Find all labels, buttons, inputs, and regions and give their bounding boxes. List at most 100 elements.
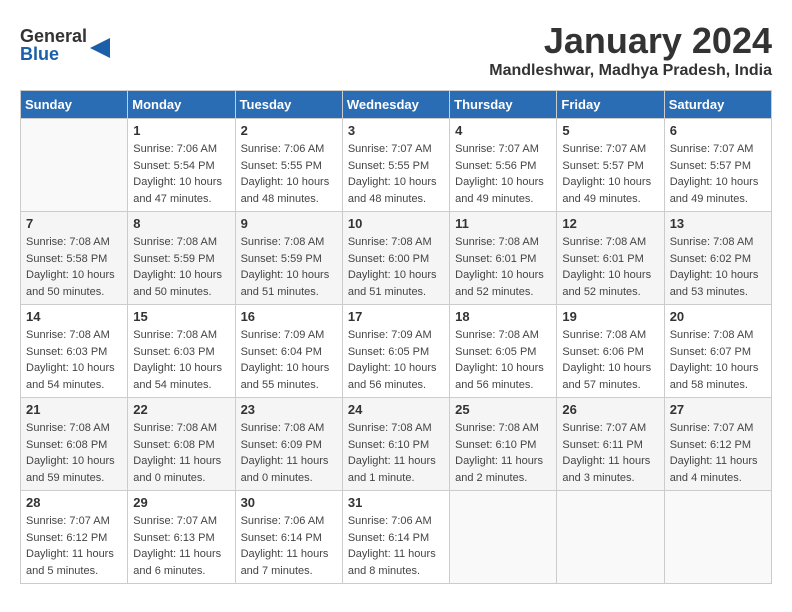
day-detail: Sunrise: 7:08 AMSunset: 6:01 PMDaylight:…	[455, 234, 551, 300]
calendar-cell: 22 Sunrise: 7:08 AMSunset: 6:08 PMDayligh…	[128, 398, 235, 491]
day-number: 28	[26, 495, 122, 510]
calendar-cell: 9Sunrise: 7:08 AMSunset: 5:59 PMDaylight…	[235, 212, 342, 305]
day-number: 11	[455, 216, 551, 231]
day-detail: Sunrise: 7:09 AMSunset: 6:05 PMDaylight:…	[348, 327, 444, 393]
day-detail: Sunrise: 7:07 AMSunset: 5:56 PMDaylight:…	[455, 141, 551, 207]
calendar-cell: 7 Sunrise: 7:08 AMSunset: 5:58 PMDaylight…	[21, 212, 128, 305]
calendar-cell	[21, 119, 128, 212]
calendar-table: SundayMondayTuesdayWednesdayThursdayFrid…	[20, 90, 772, 584]
calendar-cell: 4 Sunrise: 7:07 AMSunset: 5:56 PMDaylight…	[450, 119, 557, 212]
calendar-cell	[450, 491, 557, 584]
calendar-week-row: 28 Sunrise: 7:07 AMSunset: 6:12 PMDayligh…	[21, 491, 772, 584]
day-number: 7	[26, 216, 122, 231]
day-number: 3	[348, 123, 444, 138]
day-number: 4	[455, 123, 551, 138]
day-detail: Sunrise: 7:08 AMSunset: 6:06 PMDaylight:…	[562, 327, 658, 393]
day-number: 5	[562, 123, 658, 138]
day-detail: Sunrise: 7:07 AMSunset: 6:13 PMDaylight:…	[133, 513, 229, 579]
day-detail: Sunrise: 7:09 AMSunset: 6:04 PMDaylight:…	[241, 327, 337, 393]
calendar-cell: 12Sunrise: 7:08 AMSunset: 6:01 PMDayligh…	[557, 212, 664, 305]
day-number: 15	[133, 309, 229, 324]
day-number: 14	[26, 309, 122, 324]
header-day-monday: Monday	[128, 91, 235, 119]
calendar-cell: 17Sunrise: 7:09 AMSunset: 6:05 PMDayligh…	[342, 305, 449, 398]
day-number: 21	[26, 402, 122, 417]
day-detail: Sunrise: 7:08 AMSunset: 6:08 PMDaylight:…	[133, 420, 229, 486]
calendar-cell: 18 Sunrise: 7:08 AMSunset: 6:05 PMDayligh…	[450, 305, 557, 398]
day-number: 10	[348, 216, 444, 231]
svg-text:General: General	[20, 26, 87, 46]
day-number: 26	[562, 402, 658, 417]
day-detail: Sunrise: 7:08 AMSunset: 6:09 PMDaylight:…	[241, 420, 337, 486]
calendar-cell: 8 Sunrise: 7:08 AMSunset: 5:59 PMDaylight…	[128, 212, 235, 305]
day-detail: Sunrise: 7:06 AMSunset: 5:55 PMDaylight:…	[241, 141, 337, 207]
day-number: 2	[241, 123, 337, 138]
day-detail: Sunrise: 7:07 AMSunset: 5:57 PMDaylight:…	[562, 141, 658, 207]
header-day-sunday: Sunday	[21, 91, 128, 119]
day-detail: Sunrise: 7:08 AMSunset: 6:03 PMDaylight:…	[26, 327, 122, 393]
day-number: 18	[455, 309, 551, 324]
calendar-cell: 20Sunrise: 7:08 AMSunset: 6:07 PMDayligh…	[664, 305, 771, 398]
day-number: 13	[670, 216, 766, 231]
calendar-cell: 13 Sunrise: 7:08 AMSunset: 6:02 PMDayligh…	[664, 212, 771, 305]
calendar-cell: 24 Sunrise: 7:08 AMSunset: 6:10 PMDayligh…	[342, 398, 449, 491]
day-detail: Sunrise: 7:08 AMSunset: 6:03 PMDaylight:…	[133, 327, 229, 393]
day-number: 31	[348, 495, 444, 510]
calendar-cell	[557, 491, 664, 584]
calendar-cell: 30Sunrise: 7:06 AMSunset: 6:14 PMDayligh…	[235, 491, 342, 584]
calendar-cell: 21 Sunrise: 7:08 AMSunset: 6:08 PMDayligh…	[21, 398, 128, 491]
calendar-cell	[664, 491, 771, 584]
day-detail: Sunrise: 7:07 AMSunset: 5:57 PMDaylight:…	[670, 141, 766, 207]
month-year-title: January 2024	[489, 20, 772, 62]
calendar-cell: 26 Sunrise: 7:07 AMSunset: 6:11 PMDayligh…	[557, 398, 664, 491]
day-detail: Sunrise: 7:08 AMSunset: 6:10 PMDaylight:…	[348, 420, 444, 486]
logo-text: General Blue	[20, 20, 115, 71]
location-title: Mandleshwar, Madhya Pradesh, India	[489, 62, 772, 80]
day-detail: Sunrise: 7:08 AMSunset: 5:59 PMDaylight:…	[133, 234, 229, 300]
calendar-week-row: 1 Sunrise: 7:06 AMSunset: 5:54 PMDaylight…	[21, 119, 772, 212]
title-block: January 2024 Mandleshwar, Madhya Pradesh…	[489, 20, 772, 80]
calendar-week-row: 7 Sunrise: 7:08 AMSunset: 5:58 PMDaylight…	[21, 212, 772, 305]
day-number: 8	[133, 216, 229, 231]
day-number: 19	[562, 309, 658, 324]
day-detail: Sunrise: 7:06 AMSunset: 5:54 PMDaylight:…	[133, 141, 229, 207]
calendar-cell: 31 Sunrise: 7:06 AMSunset: 6:14 PMDayligh…	[342, 491, 449, 584]
svg-text:Blue: Blue	[20, 44, 59, 64]
day-detail: Sunrise: 7:08 AMSunset: 6:02 PMDaylight:…	[670, 234, 766, 300]
calendar-cell: 15 Sunrise: 7:08 AMSunset: 6:03 PMDayligh…	[128, 305, 235, 398]
header-day-friday: Friday	[557, 91, 664, 119]
day-detail: Sunrise: 7:07 AMSunset: 6:11 PMDaylight:…	[562, 420, 658, 486]
page-header: General Blue January 2024 Mandleshwar, M…	[20, 20, 772, 80]
calendar-cell: 28 Sunrise: 7:07 AMSunset: 6:12 PMDayligh…	[21, 491, 128, 584]
day-detail: Sunrise: 7:08 AMSunset: 6:00 PMDaylight:…	[348, 234, 444, 300]
header-day-thursday: Thursday	[450, 91, 557, 119]
day-detail: Sunrise: 7:08 AMSunset: 5:58 PMDaylight:…	[26, 234, 122, 300]
day-number: 22	[133, 402, 229, 417]
logo: General Blue	[20, 20, 115, 71]
calendar-header-row: SundayMondayTuesdayWednesdayThursdayFrid…	[21, 91, 772, 119]
day-detail: Sunrise: 7:08 AMSunset: 6:01 PMDaylight:…	[562, 234, 658, 300]
header-day-tuesday: Tuesday	[235, 91, 342, 119]
calendar-cell: 29 Sunrise: 7:07 AMSunset: 6:13 PMDayligh…	[128, 491, 235, 584]
calendar-cell: 2 Sunrise: 7:06 AMSunset: 5:55 PMDaylight…	[235, 119, 342, 212]
day-detail: Sunrise: 7:08 AMSunset: 6:05 PMDaylight:…	[455, 327, 551, 393]
calendar-week-row: 21 Sunrise: 7:08 AMSunset: 6:08 PMDayligh…	[21, 398, 772, 491]
day-detail: Sunrise: 7:08 AMSunset: 6:10 PMDaylight:…	[455, 420, 551, 486]
day-detail: Sunrise: 7:08 AMSunset: 6:08 PMDaylight:…	[26, 420, 122, 486]
day-number: 16	[241, 309, 337, 324]
day-number: 25	[455, 402, 551, 417]
calendar-cell: 14 Sunrise: 7:08 AMSunset: 6:03 PMDayligh…	[21, 305, 128, 398]
calendar-cell: 27Sunrise: 7:07 AMSunset: 6:12 PMDayligh…	[664, 398, 771, 491]
day-number: 24	[348, 402, 444, 417]
calendar-cell: 10 Sunrise: 7:08 AMSunset: 6:00 PMDayligh…	[342, 212, 449, 305]
day-detail: Sunrise: 7:06 AMSunset: 6:14 PMDaylight:…	[348, 513, 444, 579]
day-number: 29	[133, 495, 229, 510]
day-detail: Sunrise: 7:08 AMSunset: 5:59 PMDaylight:…	[241, 234, 337, 300]
calendar-week-row: 14 Sunrise: 7:08 AMSunset: 6:03 PMDayligh…	[21, 305, 772, 398]
day-detail: Sunrise: 7:07 AMSunset: 6:12 PMDaylight:…	[26, 513, 122, 579]
day-number: 27	[670, 402, 766, 417]
calendar-cell: 16 Sunrise: 7:09 AMSunset: 6:04 PMDayligh…	[235, 305, 342, 398]
day-number: 1	[133, 123, 229, 138]
day-number: 30	[241, 495, 337, 510]
calendar-cell: 19 Sunrise: 7:08 AMSunset: 6:06 PMDayligh…	[557, 305, 664, 398]
